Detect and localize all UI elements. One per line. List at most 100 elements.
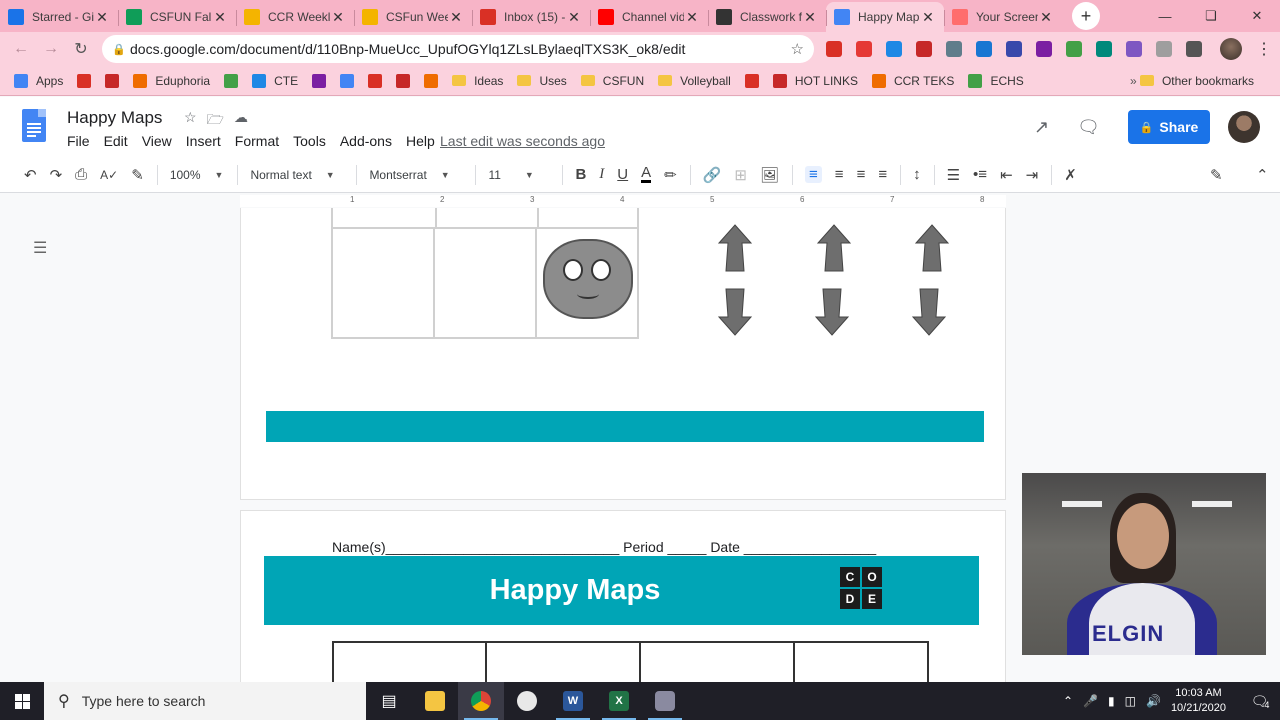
- microphone-icon[interactable]: 🎤: [1083, 694, 1098, 708]
- decrease-indent-icon[interactable]: ⇤: [1000, 166, 1013, 184]
- star-icon[interactable]: ☆: [184, 109, 197, 133]
- extension-icon[interactable]: [976, 41, 992, 57]
- spellcheck-icon[interactable]: A✓: [100, 168, 118, 182]
- last-edit-link[interactable]: Last edit was seconds ago: [440, 133, 605, 149]
- browser-tab[interactable]: Starred - Gi ✕: [0, 2, 118, 32]
- menu-item-help[interactable]: Help: [406, 133, 435, 149]
- style-select[interactable]: Normal text ▼: [250, 168, 342, 182]
- align-justify-icon[interactable]: ≡: [878, 166, 887, 183]
- paint-format-icon[interactable]: ✎: [131, 166, 144, 184]
- zoom-select[interactable]: 100% ▼: [170, 168, 224, 182]
- print-icon[interactable]: ⎙: [75, 166, 87, 183]
- collapse-toolbar-icon[interactable]: ⌃: [1256, 166, 1269, 184]
- extension-icon[interactable]: [916, 41, 932, 57]
- word-icon[interactable]: W: [550, 682, 596, 720]
- close-tab-icon[interactable]: ✕: [212, 9, 228, 26]
- highlight-icon[interactable]: ✏: [664, 166, 677, 184]
- close-tab-icon[interactable]: ✕: [448, 9, 464, 26]
- google-docs-logo-icon[interactable]: [22, 109, 46, 142]
- chrome-menu-icon[interactable]: ⋮: [1256, 39, 1272, 59]
- taskbar-search[interactable]: ⚲ Type here to search: [44, 682, 366, 720]
- menu-item-insert[interactable]: Insert: [186, 133, 221, 149]
- action-center-icon[interactable]: 🗨 4: [1240, 692, 1280, 711]
- insert-image-icon[interactable]: 🖼: [760, 166, 779, 184]
- extension-icon[interactable]: [1126, 41, 1142, 57]
- extension-icon[interactable]: [946, 41, 962, 57]
- align-left-icon[interactable]: ≡: [805, 166, 822, 183]
- underline-icon[interactable]: U: [617, 166, 628, 183]
- cloud-saved-icon[interactable]: ☁: [234, 109, 248, 133]
- volume-icon[interactable]: 🔊: [1146, 694, 1161, 708]
- paint-icon[interactable]: [504, 682, 550, 720]
- extension-icon[interactable]: [826, 41, 842, 57]
- chrome-icon[interactable]: [458, 682, 504, 720]
- restore-icon[interactable]: ❏: [1188, 0, 1234, 32]
- extension-icon[interactable]: [1066, 41, 1082, 57]
- comments-icon[interactable]: 🗨: [1077, 117, 1100, 138]
- bookmark-item[interactable]: Ideas: [452, 74, 503, 88]
- extension-icon[interactable]: [856, 41, 872, 57]
- back-icon[interactable]: ←: [6, 40, 36, 58]
- show-hidden-icons-icon[interactable]: ⌃: [1063, 694, 1073, 708]
- network-icon[interactable]: ◫: [1125, 694, 1136, 708]
- close-tab-icon[interactable]: ✕: [802, 9, 818, 26]
- undo-icon[interactable]: ↶: [24, 166, 37, 184]
- more-bookmarks-chevron-icon[interactable]: »: [1130, 74, 1137, 88]
- bookmark-item[interactable]: [396, 73, 411, 88]
- add-comment-icon[interactable]: ⊞: [734, 166, 747, 184]
- url-text[interactable]: docs.google.com/document/d/110Bnp-MueUcc…: [130, 41, 791, 57]
- close-tab-icon[interactable]: ✕: [684, 9, 700, 26]
- extension-icon[interactable]: [1006, 41, 1022, 57]
- reload-icon[interactable]: ↻: [66, 39, 96, 59]
- font-size-select[interactable]: 11 ▼: [488, 168, 548, 182]
- bulleted-list-icon[interactable]: •≡: [973, 166, 987, 183]
- worksheet-table[interactable]: [332, 641, 929, 682]
- new-tab-button[interactable]: +: [1072, 2, 1100, 30]
- bookmark-item[interactable]: Volleyball: [658, 74, 731, 88]
- browser-tab[interactable]: Happy Map ✕: [826, 2, 944, 32]
- clear-formatting-icon[interactable]: ✗: [1064, 166, 1077, 184]
- font-select[interactable]: Montserrat ▼: [369, 168, 461, 182]
- align-right-icon[interactable]: ≡: [857, 166, 866, 183]
- browser-tab[interactable]: CSFUN Fall ✕: [118, 2, 236, 32]
- lock-icon[interactable]: 🔒: [112, 43, 130, 56]
- share-button[interactable]: 🔒 Share: [1128, 110, 1210, 144]
- bookmark-item[interactable]: [424, 73, 439, 88]
- document-outline-icon[interactable]: ☰: [33, 238, 47, 258]
- bookmark-item[interactable]: [312, 73, 327, 88]
- forward-icon[interactable]: →: [36, 40, 66, 58]
- minimize-icon[interactable]: —: [1142, 0, 1188, 32]
- increase-indent-icon[interactable]: ⇥: [1026, 166, 1039, 184]
- close-tab-icon[interactable]: ✕: [94, 9, 110, 26]
- menu-item-format[interactable]: Format: [235, 133, 279, 149]
- document-title[interactable]: Happy Maps: [67, 108, 162, 128]
- other-bookmarks[interactable]: Other bookmarks: [1139, 74, 1254, 88]
- bookmark-item[interactable]: Eduphoria: [133, 73, 210, 88]
- editing-mode-icon[interactable]: ✎: [1210, 166, 1223, 184]
- bookmark-item[interactable]: [744, 73, 759, 88]
- bookmark-star-icon[interactable]: ☆: [791, 40, 804, 58]
- close-tab-icon[interactable]: ✕: [1038, 9, 1054, 26]
- bookmark-item[interactable]: [368, 73, 383, 88]
- close-tab-icon[interactable]: ✕: [920, 9, 936, 26]
- menu-item-tools[interactable]: Tools: [293, 133, 326, 149]
- bookmark-item[interactable]: [77, 73, 92, 88]
- link-icon[interactable]: 🔗: [703, 166, 722, 184]
- bookmark-item[interactable]: CTE: [252, 73, 298, 88]
- bookmark-item[interactable]: Apps: [14, 73, 63, 88]
- menu-item-file[interactable]: File: [67, 133, 90, 149]
- bookmark-item[interactable]: HOT LINKS: [772, 73, 858, 88]
- text-color-icon[interactable]: A: [641, 165, 652, 183]
- name-period-date-line[interactable]: Name(s)______________________________ Pe…: [332, 539, 876, 555]
- account-avatar[interactable]: [1228, 111, 1260, 143]
- clock[interactable]: 10:03 AM 10/21/2020: [1171, 686, 1226, 716]
- close-window-icon[interactable]: ✕: [1234, 0, 1280, 32]
- excel-icon[interactable]: X: [596, 682, 642, 720]
- browser-tab[interactable]: Inbox (15) - ✕: [472, 2, 590, 32]
- battery-icon[interactable]: ▮: [1108, 694, 1115, 708]
- extension-icon[interactable]: [1036, 41, 1052, 57]
- align-center-icon[interactable]: ≡: [835, 166, 844, 183]
- bookmark-item[interactable]: [340, 73, 355, 88]
- document-page[interactable]: [240, 208, 1006, 500]
- menu-item-edit[interactable]: Edit: [104, 133, 128, 149]
